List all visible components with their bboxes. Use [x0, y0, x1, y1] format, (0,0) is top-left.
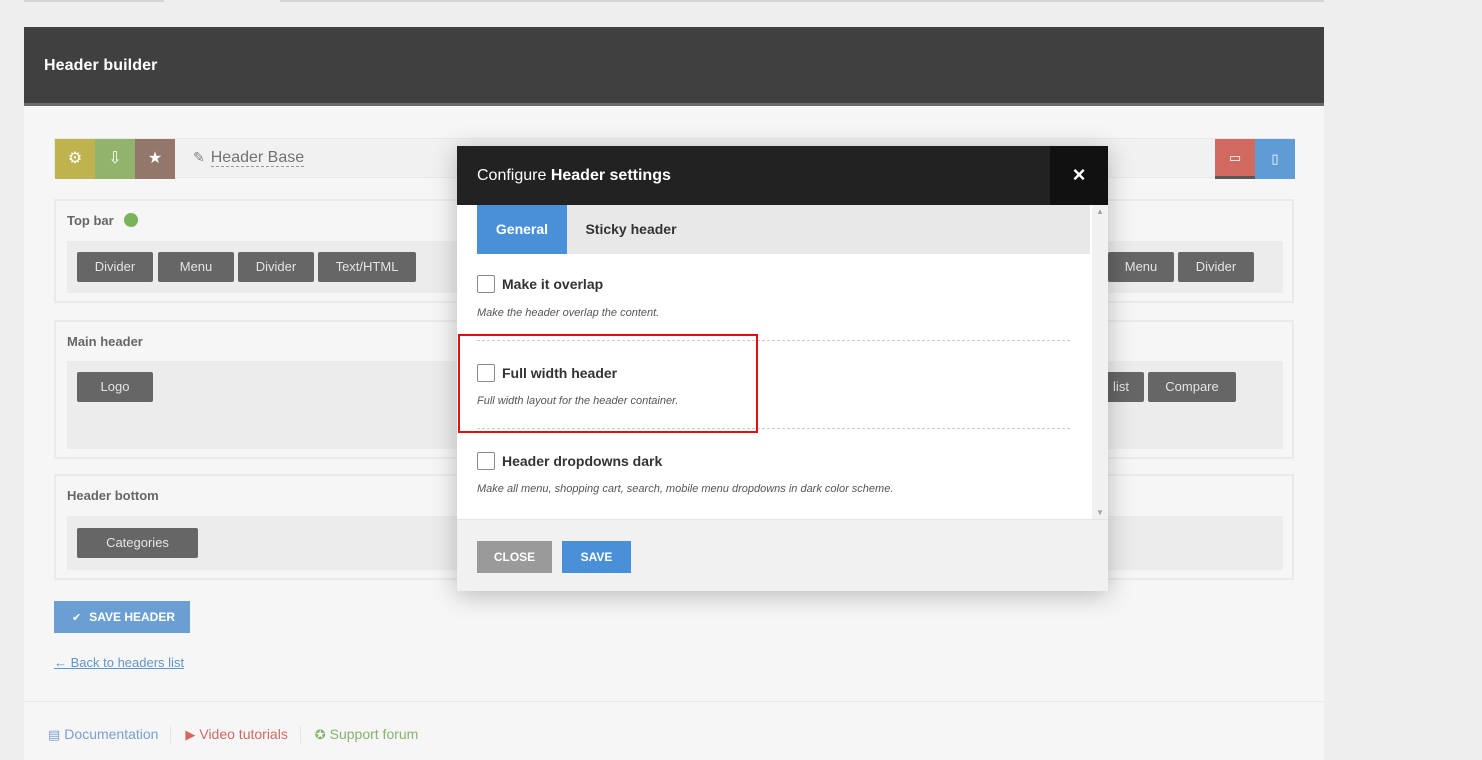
save-button[interactable]: SAVE: [562, 541, 631, 573]
option-header-dropdowns-dark: Header dropdowns dark Make all menu, sho…: [477, 452, 1070, 495]
option-label: Header dropdowns dark: [502, 453, 663, 469]
option-description: Make all menu, shopping cart, search, mo…: [477, 483, 894, 495]
close-button[interactable]: CLOSE: [477, 541, 552, 573]
option-description: Make the header overlap the content.: [477, 307, 660, 319]
option-make-it-overlap: Make it overlap Make the header overlap …: [477, 275, 1070, 319]
modal-tabs: General Sticky header: [477, 205, 1090, 254]
close-icon[interactable]: ×: [1050, 146, 1108, 205]
option-label: Make it overlap: [502, 276, 604, 292]
modal-footer: CLOSE SAVE: [457, 519, 1108, 591]
dropdowns-dark-checkbox[interactable]: [477, 452, 495, 470]
modal-title: Configure Header settings ×: [457, 146, 1108, 205]
tab-general[interactable]: General: [477, 205, 567, 254]
overlap-checkbox[interactable]: [477, 275, 495, 293]
highlight-box: [458, 334, 758, 433]
scroll-down-icon[interactable]: ▼: [1096, 508, 1104, 517]
scroll-up-icon[interactable]: ▲: [1096, 207, 1104, 216]
tab-sticky-header[interactable]: Sticky header: [567, 205, 695, 254]
modal-scrollbar[interactable]: ▲ ▼: [1092, 205, 1108, 519]
